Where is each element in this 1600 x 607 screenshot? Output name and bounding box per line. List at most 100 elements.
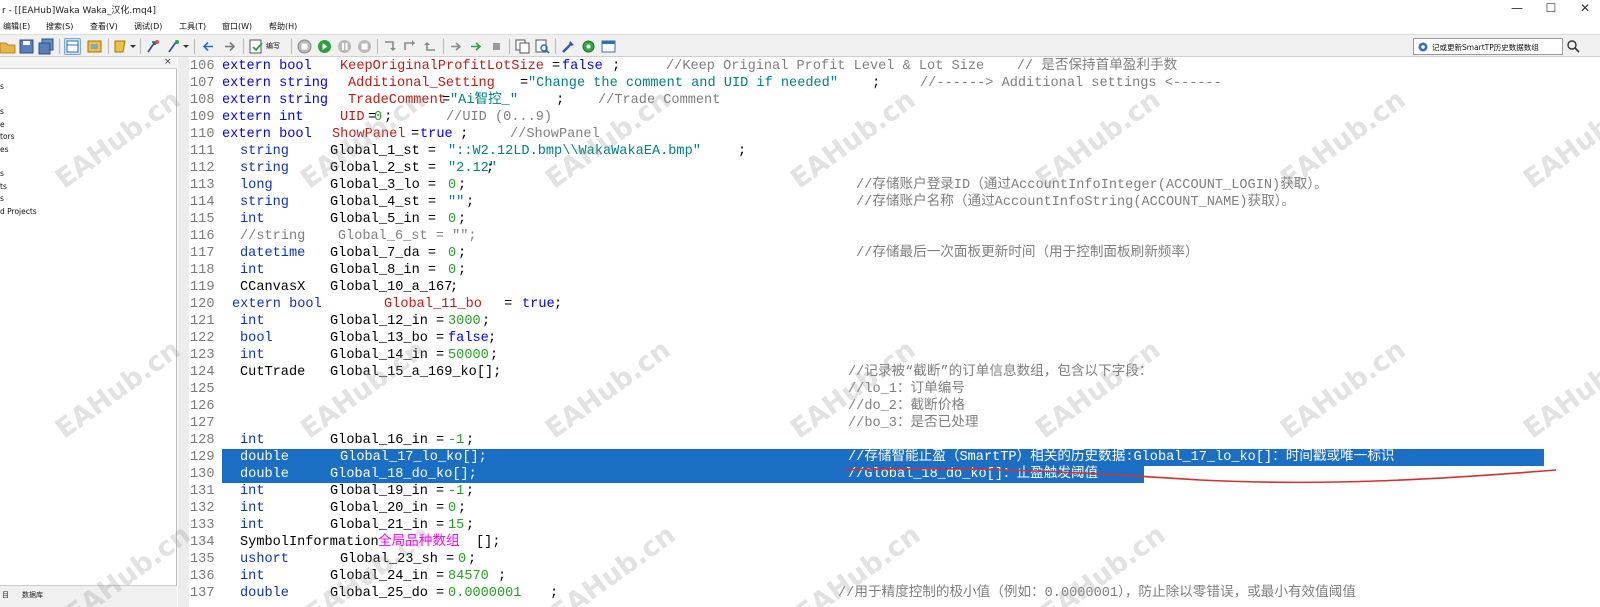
code-token: 0 [448,212,457,227]
code-line[interactable]: 115 int Global_5_in = 0; [178,211,1600,228]
code-line[interactable]: 133 int Global_21_in = 15; [178,517,1600,534]
code-line[interactable]: 124 CutTrade Global_15_a_169_ko[]; //记录被“截断… [178,364,1600,381]
search-icon[interactable] [1566,39,1580,53]
navigator-item[interactable]: ts [0,182,7,191]
code-line[interactable]: 106 extern bool KeepOriginalProfitLotSize… [178,58,1600,75]
code-line[interactable]: 128 int Global_16_in = -1; [178,432,1600,449]
line-number: 120 [190,297,215,312]
code-line[interactable]: 120 extern bool Global_11_bo = true; [178,296,1600,313]
code-line[interactable]: 125 //lo_1：订单编号 [178,381,1600,398]
code-token: ; [468,552,477,567]
code-token: //存储最后一次面板更新时间（用于控制面板刷新频率） [856,246,1199,261]
code-line[interactable]: 131 int Global_19_in = -1; [178,483,1600,500]
start-debug-icon[interactable] [316,38,333,55]
code-line[interactable]: 110 extern bool ShowPanel = true ; //ShowPan… [178,126,1600,143]
code-token: []; [476,535,501,550]
navigator-item[interactable]: s [0,169,4,178]
code-token: int [240,433,265,448]
code-line[interactable]: 132 int Global_20_in = 0; [178,500,1600,517]
navigator-close-button[interactable]: × [164,57,172,67]
navigator-item[interactable]: e [0,120,5,129]
code-line[interactable]: 116 //string Global_6_st = ""; [178,228,1600,245]
code-line[interactable]: 129 double Global_17_lo_ko[]; //存储智能止盈（Smar… [178,449,1600,466]
run-to-cursor-icon[interactable] [448,38,465,55]
stop-gray-icon[interactable] [296,38,313,55]
code-line[interactable]: 121 int Global_12_in = 3000; [178,313,1600,330]
navigator-tabs: 目 数据库 [0,585,177,607]
navigator-toggle-icon[interactable] [64,38,81,55]
pause-icon[interactable] [336,38,353,55]
maximize-button[interactable]: ☐ [1534,0,1568,19]
code-token: //bo_3：是否已处理 [848,416,979,431]
forward-arrow-icon[interactable] [221,38,238,55]
code-line[interactable]: 112 string Global_2_st = "2.12"; [178,160,1600,177]
toolbox-icon[interactable] [86,38,103,55]
code-line[interactable]: 114 string Global_4_st = ""; //存储账户名称（通过Acc… [178,194,1600,211]
menu-edit[interactable]: 编辑(E) [3,21,30,32]
menu-help[interactable]: 帮助(H) [269,21,297,32]
breakpoint-icon[interactable] [488,38,505,55]
step-out-icon[interactable] [422,38,439,55]
save-icon[interactable] [18,38,35,55]
menu-window[interactable]: 窗口(W) [222,21,252,32]
step-over-icon[interactable] [402,38,419,55]
insert-dropdown-icon[interactable] [166,38,189,55]
tools-icon[interactable] [560,38,577,55]
line-number: 134 [190,535,215,550]
minimize-button[interactable]: — [1500,0,1534,19]
menu-search[interactable]: 搜索(S) [46,21,73,32]
code-token: 0 [448,178,457,193]
navigator-item[interactable]: s [0,107,4,116]
menu-tools[interactable]: 工具(T) [179,21,206,32]
open-folder-icon[interactable] [0,38,17,55]
code-line[interactable]: 135 ushort Global_23_sh = 0; [178,551,1600,568]
settings-icon[interactable] [580,38,597,55]
navigator-item[interactable]: d Projects [0,207,37,216]
code-line[interactable]: 107 extern string Additional_Setting = "Cha… [178,75,1600,92]
code-token: ; [458,212,467,227]
code-line[interactable]: 122 bool Global_13_bo = false; [178,330,1600,347]
search-input[interactable]: 记或更新SmartTP历史数据数组 [1413,38,1563,55]
save-all-icon[interactable] [38,38,55,55]
code-line[interactable]: 127 //bo_3：是否已处理 [178,415,1600,432]
terminal-icon[interactable] [600,38,617,55]
tab-project[interactable]: 目 [2,590,9,600]
code-line[interactable]: 126 //do_2：截断价格 [178,398,1600,415]
code-token: UID [340,110,365,125]
code-line[interactable]: 137 double Global_25_do = 0.0000001; //用于精度… [178,585,1600,602]
code-line[interactable]: 109 extern int UID = 0 ;//UID (0...9) [178,109,1600,126]
code-token: //ShowPanel [510,127,600,142]
code-line[interactable]: 118 int Global_8_in = 0; [178,262,1600,279]
find-icon[interactable] [534,38,551,55]
code-line[interactable]: 119 CCanvasX Global_10_a_167; [178,279,1600,296]
compile-button[interactable]: 编写 [248,38,288,55]
navigator-item[interactable]: tors [0,132,15,141]
code-line[interactable]: 130 double Global_18_do_ko[]; //Global_18_d… [178,466,1600,483]
code-line[interactable]: 108 extern string TradeComment = "Ai智控_" ; /… [178,92,1600,109]
tab-database[interactable]: 数据库 [22,590,43,600]
code-line[interactable]: 117 datetime Global_7_da = 0; //存储最后一次面板更新时… [178,245,1600,262]
navigator-item[interactable]: s [0,194,4,203]
copy-icon[interactable] [514,38,531,55]
navigator-item[interactable]: es [0,145,9,154]
menu-debug[interactable]: 调试(D) [134,21,162,32]
code-token: int [240,314,265,329]
close-button[interactable]: ✕ [1568,0,1600,19]
insert-icon[interactable] [145,38,162,55]
code-line[interactable]: 113 long Global_3_lo = 0; //存储账户登录ID（通过Acco… [178,177,1600,194]
step-into-icon[interactable] [382,38,399,55]
navigator-item[interactable]: s [0,82,4,91]
menu-view[interactable]: 查看(V) [90,21,118,32]
code-line[interactable]: 111 string Global_1_st = "::W2.12LD.bmp\\W… [178,143,1600,160]
code-line[interactable]: 123 int Global_14_in = 50000; [178,347,1600,364]
back-arrow-icon[interactable] [200,38,217,55]
toolbar: 编写 记或更新SmartTP历史数据数组 [0,34,1600,57]
stop-icon[interactable] [356,38,373,55]
styles-dropdown-icon[interactable] [113,38,136,55]
continue-icon[interactable] [468,38,485,55]
code-line[interactable]: 136 int Global_24_in = 84570; [178,568,1600,585]
code-token: //Keep Original Profit Level & Lot Size … [666,59,1178,74]
code-editor[interactable]: 106 extern bool KeepOriginalProfitLotSize… [178,57,1600,607]
code-line[interactable]: 134 SymbolInformation 全局品种数组 []; [178,534,1600,551]
code-token: Global_23_sh = [340,552,463,567]
